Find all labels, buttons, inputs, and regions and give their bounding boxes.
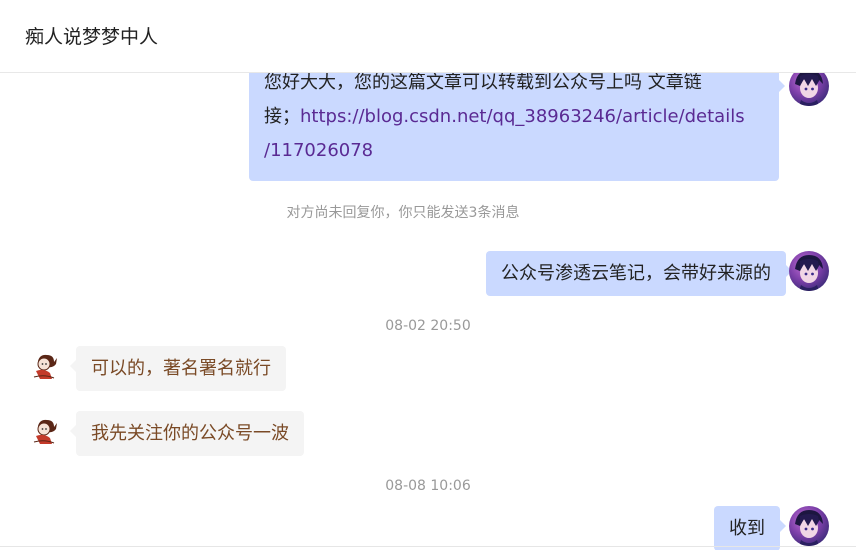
- input-divider: [0, 546, 856, 547]
- girl-doodle-avatar-icon: [33, 419, 57, 444]
- timestamp: 08-02 20:50: [385, 318, 471, 334]
- message-text: 收到: [729, 518, 765, 539]
- message-text: 可以的，著名署名就行: [91, 358, 271, 379]
- anime-boy-avatar-icon: [795, 73, 823, 106]
- article-link[interactable]: https://blog.csdn.net/qq_38963246/articl…: [300, 106, 745, 127]
- outgoing-message-bubble[interactable]: 您好大大，您的这篇文章可以转载到公众号上吗 文章链 接；https://blog…: [249, 73, 785, 181]
- incoming-message-bubble[interactable]: 我先关注你的公众号一波: [70, 411, 304, 456]
- timestamp: 08-08 10:06: [385, 478, 471, 494]
- peer-avatar[interactable]: [30, 416, 60, 446]
- article-link-continued[interactable]: /117026078: [264, 134, 764, 168]
- message-text: 接；: [264, 106, 300, 127]
- girl-doodle-avatar-icon: [33, 354, 57, 379]
- message-text: 我先关注你的公众号一波: [91, 423, 289, 444]
- message-text: 公众号渗透云笔记，会带好来源的: [501, 263, 771, 284]
- incoming-message-bubble[interactable]: 可以的，著名署名就行: [70, 346, 286, 391]
- chat-title: 痴人说梦梦中人: [25, 26, 159, 48]
- anime-boy-avatar-icon: [795, 255, 823, 291]
- self-avatar[interactable]: [789, 506, 829, 546]
- self-avatar[interactable]: [789, 251, 829, 291]
- message-list[interactable]: 您好大大，您的这篇文章可以转载到公众号上吗 文章链 接；https://blog…: [0, 73, 856, 550]
- outgoing-message-bubble[interactable]: 公众号渗透云笔记，会带好来源的: [486, 251, 792, 296]
- outgoing-message-bubble[interactable]: 收到: [714, 506, 786, 550]
- anime-boy-avatar-icon: [795, 510, 823, 546]
- chat-header: 痴人说梦梦中人: [0, 0, 856, 73]
- message-text-line: 您好大大，您的这篇文章可以转载到公众号上吗 文章链: [264, 73, 702, 93]
- peer-avatar[interactable]: [30, 351, 60, 381]
- self-avatar[interactable]: [789, 73, 829, 106]
- reply-limit-notice: 对方尚未回复你，你只能发送3条消息: [286, 205, 520, 221]
